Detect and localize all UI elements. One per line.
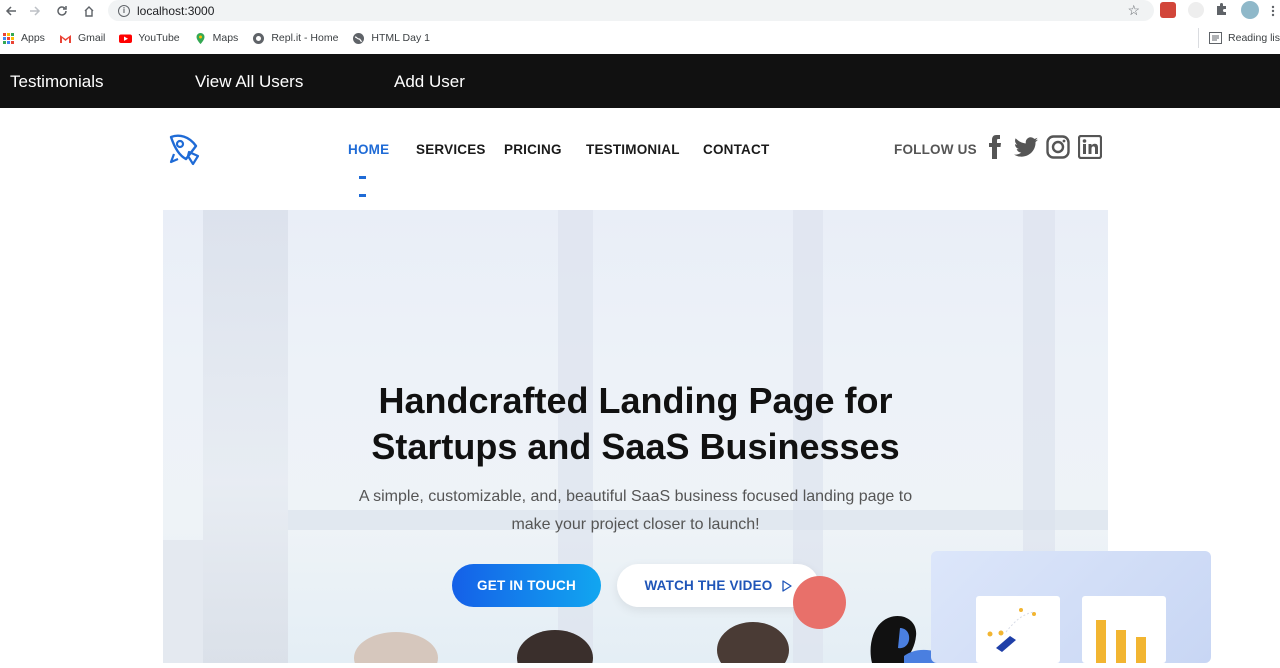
extension-icon[interactable]: [1188, 2, 1204, 18]
bookmarks-bar: Apps Gmail YouTube Maps Repl.it - Home H…: [0, 28, 1280, 48]
follow-us-label: FOLLOW US: [894, 142, 977, 157]
hero-title: Handcrafted Landing Page for Startups an…: [163, 378, 1108, 470]
maps-pin-icon: [196, 32, 205, 44]
browser-toolbar: i localhost:3000 ☆: [0, 0, 1280, 22]
menu-home[interactable]: HOME: [348, 142, 389, 157]
decorative-circle: [793, 576, 846, 629]
bookmark-star-icon[interactable]: ☆: [1127, 2, 1140, 19]
dashboard-mini-card: [976, 596, 1060, 663]
menu-services[interactable]: SERVICES: [416, 142, 486, 157]
bookmark-apps[interactable]: Apps: [2, 32, 45, 45]
menu-pricing[interactable]: PRICING: [504, 142, 562, 157]
bookmark-gmail[interactable]: Gmail: [59, 32, 105, 45]
forward-icon[interactable]: [24, 0, 46, 22]
dashboard-illustration-panel: [931, 551, 1211, 663]
reading-list-label: Reading lis: [1228, 32, 1280, 44]
back-icon[interactable]: [0, 0, 22, 22]
app-navbar: Testimonials View All Users Add User: [0, 54, 1280, 108]
gmail-icon: [59, 34, 71, 43]
address-bar[interactable]: i localhost:3000 ☆: [108, 0, 1154, 21]
nav-add-user-link[interactable]: Add User: [394, 72, 465, 92]
bookmark-maps[interactable]: Maps: [194, 32, 239, 45]
facebook-icon[interactable]: [983, 135, 1007, 159]
bar-chart-icon: [1096, 620, 1146, 663]
hero-subtitle-line: make your project closer to launch!: [511, 516, 760, 533]
bookmark-label: Repl.it - Home: [271, 32, 339, 44]
hero-subtitle: A simple, customizable, and, beautiful S…: [333, 483, 938, 539]
get-in-touch-button[interactable]: GET IN TOUCH: [452, 564, 601, 607]
hero-title-line: Startups and SaaS Businesses: [371, 426, 900, 467]
play-icon: [781, 579, 792, 592]
replit-icon: [253, 32, 265, 44]
site-info-icon[interactable]: i: [118, 4, 130, 17]
bookmark-label: Maps: [212, 32, 239, 44]
bookmark-html-day-1[interactable]: HTML Day 1: [352, 32, 430, 45]
instagram-icon[interactable]: [1046, 135, 1070, 159]
hero-subtitle-line: A simple, customizable, and, beautiful S…: [358, 488, 913, 505]
youtube-icon: [119, 34, 133, 43]
bookmark-replit[interactable]: Repl.it - Home: [252, 32, 338, 45]
watch-video-button[interactable]: WATCH THE VIDEO: [617, 564, 819, 607]
extension-icon[interactable]: [1160, 2, 1176, 18]
bookmark-label: Apps: [21, 32, 45, 44]
profile-avatar[interactable]: [1241, 1, 1259, 19]
woman-illustration: [870, 616, 937, 663]
reload-icon[interactable]: [51, 0, 73, 22]
bookmark-label: YouTube: [138, 32, 180, 44]
bookmark-label: Gmail: [77, 32, 106, 44]
sparkle-chart-icon: [987, 608, 1036, 652]
menu-testimonial[interactable]: TESTIMONIAL: [586, 142, 680, 157]
puzzle-icon[interactable]: [1215, 2, 1231, 18]
bookmark-label: HTML Day 1: [371, 32, 430, 44]
dashboard-mini-card: [1082, 596, 1166, 663]
site-header: HOME SERVICES PRICING TESTIMONIAL CONTAC…: [0, 108, 1280, 208]
url-text: localhost:3000: [137, 3, 215, 18]
nav-testimonials-link[interactable]: Testimonials: [10, 72, 104, 92]
nav-view-all-users-link[interactable]: View All Users: [195, 72, 303, 92]
linkedin-icon[interactable]: [1078, 135, 1102, 159]
menu-icon[interactable]: [1266, 0, 1280, 22]
home-icon[interactable]: [78, 0, 100, 22]
menu-contact[interactable]: CONTACT: [703, 142, 769, 157]
bookmark-youtube[interactable]: YouTube: [119, 32, 180, 45]
twitter-icon[interactable]: [1014, 135, 1038, 159]
active-menu-indicator: [359, 166, 377, 197]
reading-list-button[interactable]: Reading lis: [1198, 28, 1280, 48]
globe-icon: [353, 32, 365, 44]
watch-video-label: WATCH THE VIDEO: [644, 578, 773, 593]
reading-list-icon: [1209, 32, 1223, 44]
apps-grid-icon: [3, 32, 14, 44]
hero-title-line: Handcrafted Landing Page for: [378, 380, 893, 421]
rocket-logo-icon[interactable]: [163, 128, 205, 170]
